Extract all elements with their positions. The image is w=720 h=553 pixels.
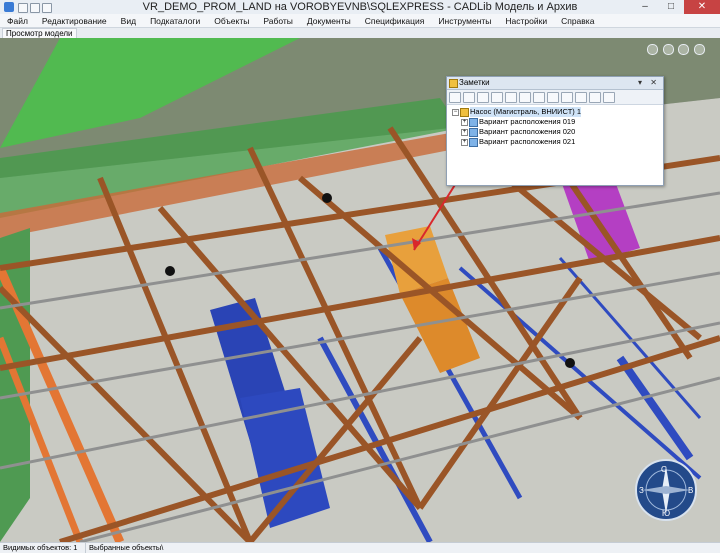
- menu-objects[interactable]: Объекты: [207, 16, 256, 26]
- refresh-icon[interactable]: [575, 91, 587, 103]
- tree-node-pump[interactable]: − Насос (Магистраль, ВНИИСТ) 1: [449, 107, 661, 117]
- menu-works[interactable]: Работы: [256, 16, 300, 26]
- view-cube-icon[interactable]: [647, 44, 658, 55]
- settings-icon[interactable]: [589, 91, 601, 103]
- zoom-icon[interactable]: [662, 44, 674, 55]
- compass-west-label: З: [639, 486, 644, 495]
- tree-expander[interactable]: −: [452, 109, 459, 116]
- menu-subcatalogs[interactable]: Подкаталоги: [143, 16, 207, 26]
- document-icon[interactable]: [547, 91, 559, 103]
- tree-node-label: Вариант расположения 021: [479, 137, 576, 146]
- menu-edit[interactable]: Редактирование: [35, 16, 114, 26]
- compass-north-label: С: [661, 465, 667, 474]
- view-controls: [646, 44, 706, 66]
- menu-view[interactable]: Вид: [114, 16, 143, 26]
- menu-tools[interactable]: Инструменты: [431, 16, 498, 26]
- compass-south-label: Ю: [662, 509, 670, 518]
- menu-help[interactable]: Справка: [554, 16, 601, 26]
- tree-node-icon: [460, 108, 469, 117]
- notes-panel-title: Заметки: [459, 78, 490, 87]
- link-icon[interactable]: [505, 91, 517, 103]
- compass-east-label: В: [688, 486, 693, 495]
- tree-node-icon: [469, 128, 478, 137]
- notes-toolbar: [447, 90, 663, 105]
- menu-bar: Файл Редактирование Вид Подкаталоги Объе…: [0, 14, 720, 28]
- folder-icon[interactable]: [533, 91, 545, 103]
- tree-node-icon: [469, 118, 478, 127]
- close-button[interactable]: ✕: [684, 0, 720, 14]
- window-title: VR_DEMO_PROM_LAND на VOROBYEVNB\SQLEXPRE…: [142, 1, 578, 13]
- image-icon[interactable]: [519, 91, 531, 103]
- tree-expander[interactable]: +: [461, 139, 468, 146]
- maximize-button[interactable]: □: [658, 0, 684, 14]
- tree-node-icon: [469, 138, 478, 147]
- add-note-icon[interactable]: [449, 91, 461, 103]
- tree-expander[interactable]: +: [461, 129, 468, 136]
- notes-panel-buttons[interactable]: ▾ ✕: [638, 77, 660, 89]
- copy-icon[interactable]: [491, 91, 503, 103]
- tree-node-label: Вариант расположения 019: [479, 117, 576, 126]
- export-icon[interactable]: [561, 91, 573, 103]
- menu-documents[interactable]: Документы: [300, 16, 358, 26]
- title-bar: VR_DEMO_PROM_LAND на VOROBYEVNB\SQLEXPRE…: [0, 0, 720, 15]
- tab-model-view[interactable]: Просмотр модели: [2, 28, 77, 38]
- menu-settings[interactable]: Настройки: [498, 16, 554, 26]
- structure-node-marker: [565, 358, 575, 368]
- menu-file[interactable]: Файл: [0, 16, 35, 26]
- tree-node-label: Насос (Магистраль, ВНИИСТ) 1: [470, 107, 582, 117]
- menu-specification[interactable]: Спецификация: [358, 16, 432, 26]
- document-tab-strip: [0, 28, 720, 38]
- orbit-icon[interactable]: [678, 44, 690, 55]
- camera-icon[interactable]: [603, 91, 615, 103]
- tree-node-variant-019[interactable]: + Вариант расположения 019: [449, 117, 661, 127]
- structure-node-marker: [165, 266, 175, 276]
- tree-node-variant-020[interactable]: + Вариант расположения 020: [449, 127, 661, 137]
- notes-panel-header: Заметки ▾ ✕: [447, 77, 663, 90]
- tree-node-variant-021[interactable]: + Вариант расположения 021: [449, 137, 661, 147]
- edit-note-icon[interactable]: [463, 91, 475, 103]
- notes-tree: − Насос (Магистраль, ВНИИСТ) 1 + Вариант…: [447, 105, 663, 149]
- structure-node-marker: [322, 193, 332, 203]
- pan-hand-icon[interactable]: [693, 44, 705, 55]
- tree-node-label: Вариант расположения 020: [479, 127, 576, 136]
- tree-view-icon[interactable]: [477, 91, 489, 103]
- tree-expander[interactable]: +: [461, 119, 468, 126]
- note-icon: [449, 79, 458, 88]
- minimize-button[interactable]: –: [632, 0, 658, 14]
- status-bar: Видимых объектов: 1 Выбранные объекты\: [0, 542, 720, 553]
- notes-panel: Заметки ▾ ✕ − Насос (Магистраль, ВНИИСТ)…: [446, 76, 664, 186]
